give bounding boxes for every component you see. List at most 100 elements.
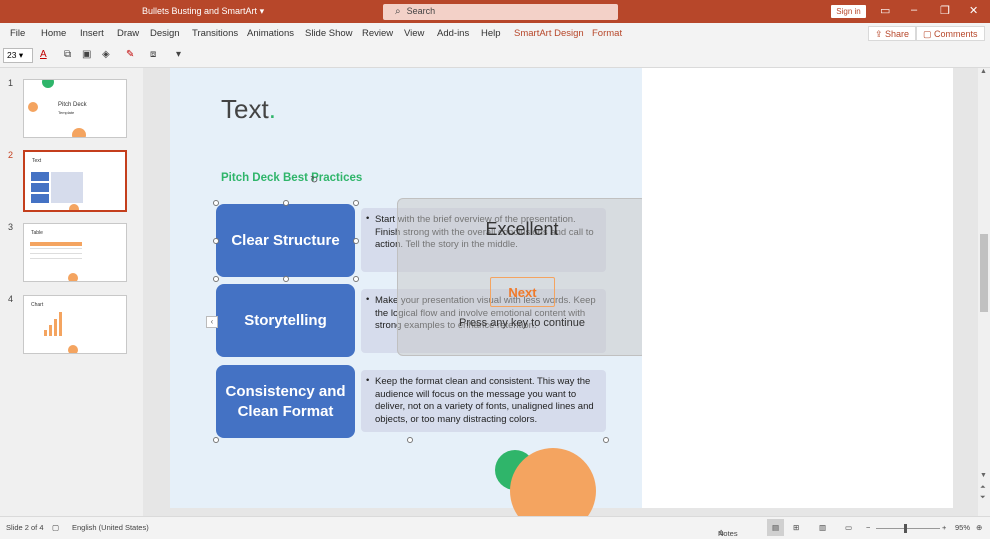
slide-thumbnail-3[interactable]: Table xyxy=(23,223,127,282)
feedback-title: Excellent xyxy=(485,219,559,239)
zoom-slider-thumb[interactable] xyxy=(904,524,907,533)
resize-handle[interactable] xyxy=(353,238,359,244)
next-button[interactable]: Next xyxy=(490,277,555,307)
zoom-in-icon[interactable]: + xyxy=(942,523,946,532)
scroll-thumb[interactable] xyxy=(980,234,988,312)
scroll-down-icon[interactable]: ▼ xyxy=(980,472,987,479)
reading-view-icon[interactable]: ▥ xyxy=(819,523,826,532)
ribbon-display-icon[interactable]: ▭ xyxy=(880,4,890,17)
smartart-box-consistency[interactable]: Consistency and Clean Format xyxy=(216,365,355,438)
tab-home[interactable]: Home xyxy=(41,28,66,39)
slide-sorter-icon[interactable]: ⊞ xyxy=(793,523,799,532)
text-pane-toggle-icon[interactable]: ‹ xyxy=(206,316,218,328)
previous-slide-icon[interactable]: ⏶ xyxy=(980,484,986,492)
thumb-title: Chart xyxy=(31,302,44,308)
thumb-bar xyxy=(59,312,62,336)
decor-circle xyxy=(28,102,38,112)
tab-format[interactable]: Format xyxy=(592,28,622,39)
restore-icon[interactable]: ❐ xyxy=(940,4,950,17)
fit-to-window-icon[interactable]: ⊕ xyxy=(976,523,982,532)
zoom-slider[interactable] xyxy=(876,528,940,529)
slide-thumbnail-1[interactable]: Pitch Deck Template xyxy=(23,79,127,138)
copy-format-icon[interactable]: ⧉ xyxy=(64,49,71,60)
search-icon: ⌕ xyxy=(395,6,401,17)
scroll-up-icon[interactable]: ▲ xyxy=(980,68,987,75)
comments-button[interactable]: ▢ Comments xyxy=(916,26,985,41)
tab-help[interactable]: Help xyxy=(481,28,501,39)
slide-number: 4 xyxy=(8,294,14,304)
slide-thumbnail-4[interactable]: Chart xyxy=(23,295,127,354)
tab-file[interactable]: File xyxy=(10,28,25,39)
share-button[interactable]: ⇪ Share xyxy=(868,26,917,41)
vertical-scrollbar[interactable]: ▲ ▼ ⏶ ⏷ xyxy=(978,68,990,516)
slide-thumbnail-2[interactable]: Text xyxy=(23,150,127,212)
thumb-box xyxy=(31,172,49,181)
rotate-handle-icon[interactable]: ↻ xyxy=(310,175,318,186)
thumb-subtitle: Template xyxy=(58,110,75,115)
notes-label: Notes xyxy=(718,529,738,538)
thumb-title: Table xyxy=(31,230,43,236)
resize-handle[interactable] xyxy=(213,276,219,282)
tab-draw[interactable]: Draw xyxy=(117,28,139,39)
slideshow-icon[interactable]: ▭ xyxy=(845,523,852,532)
resize-handle[interactable] xyxy=(603,437,609,443)
font-color-icon[interactable]: A xyxy=(40,49,47,60)
tab-review[interactable]: Review xyxy=(362,28,393,39)
smartart-box-clear-structure[interactable]: Clear Structure xyxy=(216,204,355,277)
thumb-box xyxy=(31,194,49,203)
thumb-table xyxy=(30,248,82,262)
sign-in-button[interactable]: Sign in xyxy=(831,5,866,18)
smartart-box-storytelling[interactable]: Storytelling xyxy=(216,284,355,357)
tab-design[interactable]: Design xyxy=(150,28,180,39)
title-dropdown-icon[interactable]: ▾ xyxy=(260,6,265,16)
continue-hint: Press any key to continue xyxy=(459,317,585,329)
thumb-bar xyxy=(49,325,52,336)
shape-fill-icon[interactable]: ◈ xyxy=(102,49,110,60)
resize-handle[interactable] xyxy=(283,200,289,206)
customize-toolbar-icon[interactable]: ▾ xyxy=(176,49,181,60)
resize-handle[interactable] xyxy=(283,276,289,282)
resize-handle[interactable] xyxy=(213,238,219,244)
minimize-icon[interactable]: – xyxy=(911,4,917,16)
zoom-out-icon[interactable]: − xyxy=(866,523,870,532)
close-icon[interactable]: ✕ xyxy=(969,4,978,17)
tab-add-ins[interactable]: Add-ins xyxy=(437,28,469,39)
tab-transitions[interactable]: Transitions xyxy=(192,28,238,39)
resize-handle[interactable] xyxy=(353,200,359,206)
tab-insert[interactable]: Insert xyxy=(80,28,104,39)
current-slide[interactable]: Text. Pitch Deck Best Practices ↻ Clear … xyxy=(170,68,647,516)
resize-handle[interactable] xyxy=(213,437,219,443)
slide-canvas: Text. Pitch Deck Best Practices ↻ Clear … xyxy=(143,68,978,516)
tab-animations[interactable]: Animations xyxy=(247,28,294,39)
zoom-level[interactable]: 95% xyxy=(955,523,970,532)
text-box-icon[interactable]: ▣ xyxy=(82,49,91,60)
decor-circle xyxy=(68,273,78,281)
normal-view-icon[interactable]: ▤ xyxy=(767,519,785,536)
slide-number: 3 xyxy=(8,222,14,232)
tab-view[interactable]: View xyxy=(404,28,424,39)
tab-slide-show[interactable]: Slide Show xyxy=(305,28,353,39)
slide-title[interactable]: Text. xyxy=(221,94,276,125)
document-title[interactable]: Bullets Busting and SmartArt ▾ xyxy=(142,6,264,17)
smartart-text-3[interactable]: Keep the format clean and consistent. Th… xyxy=(361,370,606,432)
share-label: Share xyxy=(885,29,910,39)
slide-subtitle[interactable]: Pitch Deck Best Practices xyxy=(221,172,362,184)
resize-handle[interactable] xyxy=(407,437,413,443)
resize-handle[interactable] xyxy=(353,276,359,282)
font-size-select[interactable]: 23 ▾ xyxy=(3,48,33,63)
accessibility-icon[interactable]: ▢ xyxy=(52,523,59,532)
tab-smartart-design[interactable]: SmartArt Design xyxy=(514,28,584,39)
decor-circle xyxy=(42,80,54,88)
title-dot: . xyxy=(268,94,276,124)
arrange-icon[interactable]: ⧈ xyxy=(150,49,156,60)
pen-color-icon[interactable]: ✎ xyxy=(126,49,134,60)
search-placeholder: Search xyxy=(406,6,436,16)
resize-handle[interactable] xyxy=(213,200,219,206)
next-slide-icon[interactable]: ⏷ xyxy=(980,494,986,502)
slide-indicator: Slide 2 of 4 xyxy=(6,523,44,532)
search-box[interactable]: ⌕ Search xyxy=(383,4,618,20)
document-title-text: Bullets Busting and SmartArt xyxy=(142,6,258,16)
comment-icon: ▢ xyxy=(923,29,935,39)
language-indicator[interactable]: English (United States) xyxy=(72,523,149,532)
decor-circle xyxy=(72,128,86,137)
